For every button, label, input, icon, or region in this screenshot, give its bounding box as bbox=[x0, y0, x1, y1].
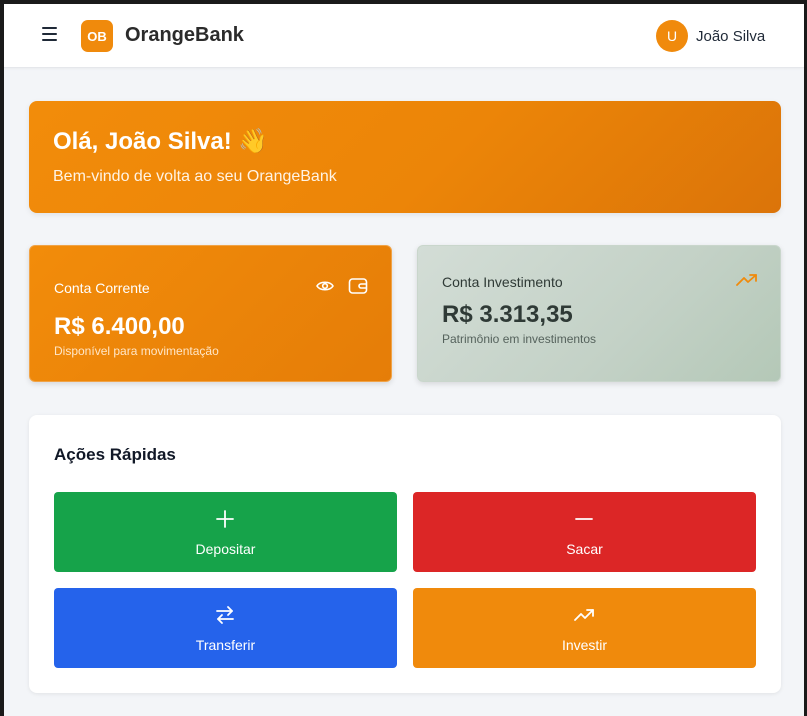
welcome-subtitle: Bem-vindo de volta ao seu OrangeBank bbox=[53, 168, 337, 185]
invest-label: Investir bbox=[561, 637, 608, 653]
logo-badge: OB bbox=[81, 20, 113, 52]
user-name[interactable]: João Silva bbox=[696, 28, 765, 45]
window-frame-left bbox=[0, 0, 4, 716]
transfer-button[interactable]: Transferir bbox=[54, 588, 397, 668]
investment-account-card: Conta Investimento R$ 3.313,35 Patrimôni… bbox=[417, 245, 781, 382]
withdraw-button[interactable]: Sacar bbox=[413, 492, 756, 572]
menu-icon[interactable] bbox=[42, 27, 60, 45]
withdraw-label: Sacar bbox=[566, 541, 603, 557]
checking-account-label: Conta Corrente bbox=[54, 280, 150, 296]
deposit-label: Depositar bbox=[195, 541, 256, 557]
brand-name: OrangeBank bbox=[125, 24, 244, 46]
investment-balance: R$ 3.313,35 bbox=[442, 301, 573, 328]
top-header: OB OrangeBank U João Silva bbox=[4, 4, 804, 68]
plus-icon bbox=[216, 510, 234, 528]
checking-caption: Disponível para movimentação bbox=[54, 344, 219, 358]
welcome-banner: Olá, João Silva! 👋 Bem-vindo de volta ao… bbox=[29, 101, 781, 213]
deposit-button[interactable]: Depositar bbox=[54, 492, 397, 572]
checking-account-card: Conta Corrente R$ 6.400,00 Disponível pa… bbox=[29, 245, 392, 382]
invest-button[interactable]: Investir bbox=[413, 588, 756, 668]
wallet-icon bbox=[348, 278, 368, 294]
quick-actions-title: Ações Rápidas bbox=[54, 445, 176, 464]
minus-icon bbox=[575, 518, 593, 520]
investment-caption: Patrimônio em investimentos bbox=[442, 332, 597, 346]
trend-up-icon bbox=[574, 609, 594, 621]
avatar[interactable]: U bbox=[656, 20, 688, 52]
transfer-icon bbox=[216, 606, 234, 624]
quick-actions-panel: Ações Rápidas Depositar Sacar Transferir… bbox=[29, 415, 781, 693]
transfer-label: Transferir bbox=[195, 637, 256, 653]
eye-icon[interactable] bbox=[316, 279, 334, 293]
checking-balance: R$ 6.400,00 bbox=[54, 313, 185, 340]
welcome-title: Olá, João Silva! 👋 bbox=[53, 128, 269, 155]
investment-account-label: Conta Investimento bbox=[442, 274, 563, 290]
trend-up-icon bbox=[736, 274, 757, 286]
